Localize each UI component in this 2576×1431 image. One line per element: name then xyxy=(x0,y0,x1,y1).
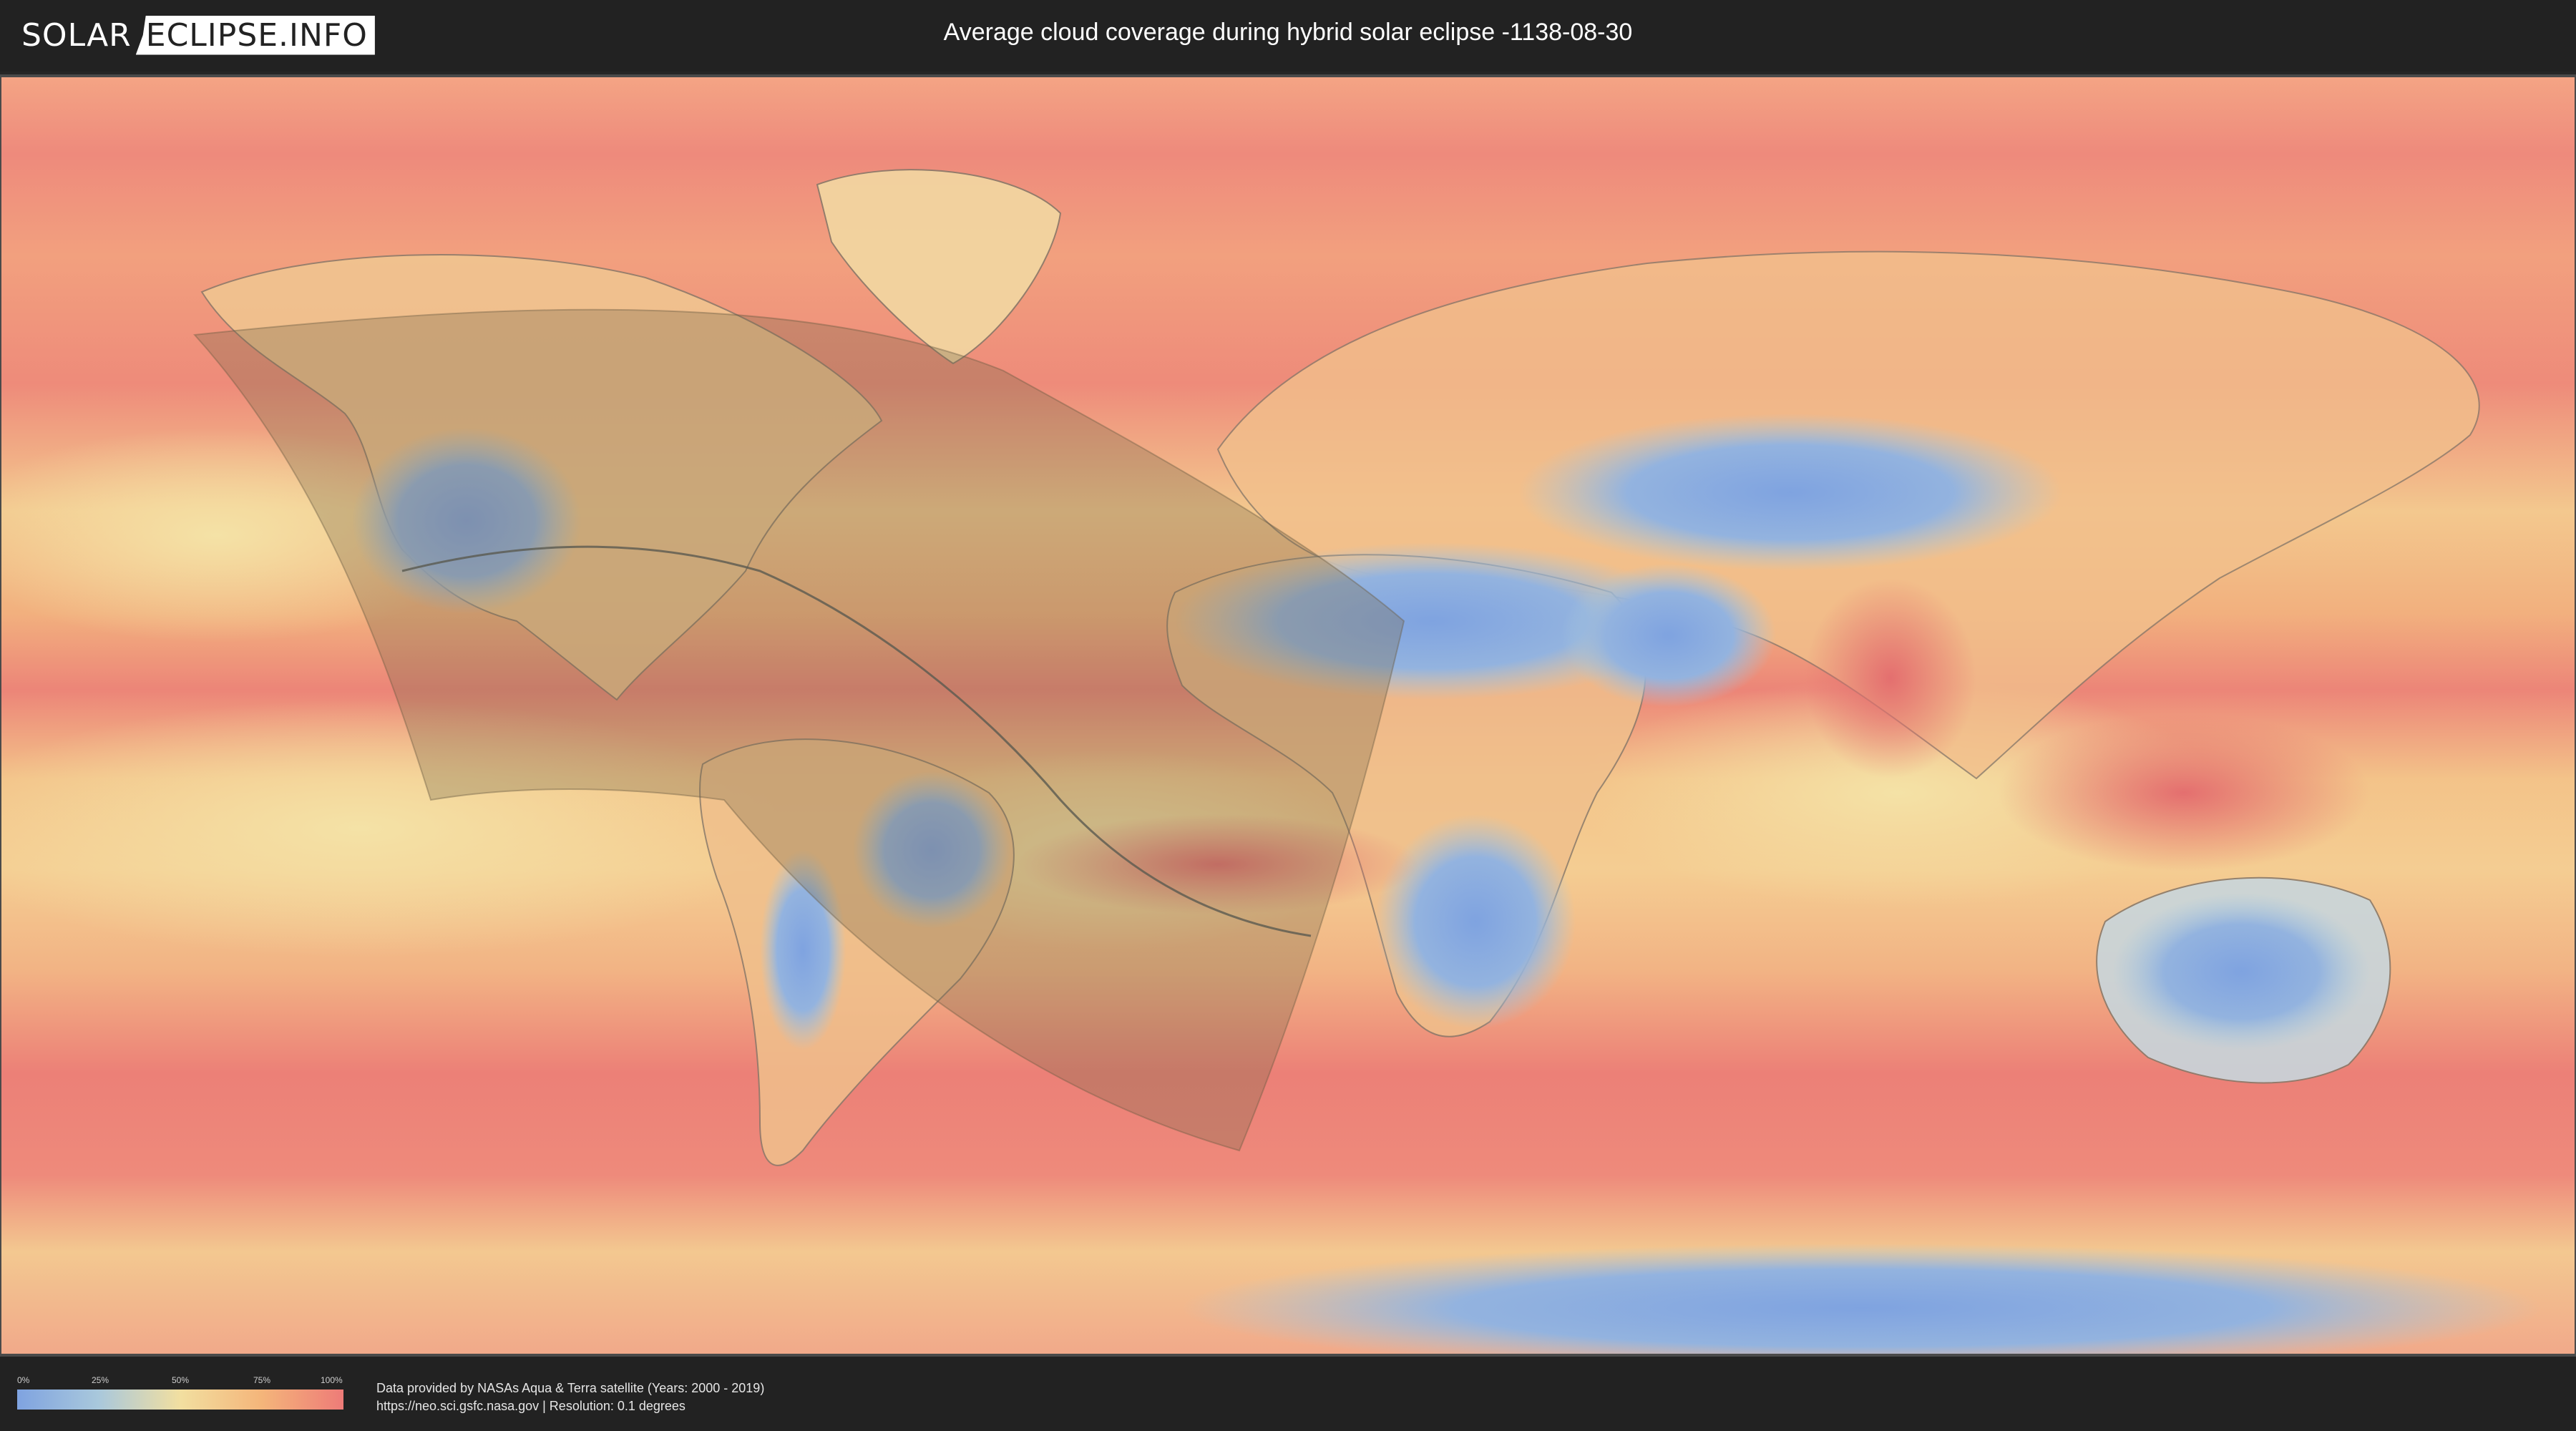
legend-tick-100: 100% xyxy=(321,1375,343,1385)
data-credits: Data provided by NASAs Aqua & Terra sate… xyxy=(376,1379,764,1415)
dry-zone-arabia xyxy=(1561,564,1776,707)
header-bar: SOLAR ECLIPSE.INFO Average cloud coverag… xyxy=(0,0,2576,72)
map-frame xyxy=(0,74,2576,1357)
dry-zone-australia xyxy=(2112,893,2370,1050)
legend-tick-25: 25% xyxy=(92,1375,109,1385)
cloud-coverage-map[interactable] xyxy=(1,77,2575,1354)
footer-bar: 0% 25% 50% 75% 100% Data provided by NAS… xyxy=(0,1357,2576,1431)
legend-tick-75: 75% xyxy=(253,1375,271,1385)
wet-zone-india xyxy=(1805,578,1976,778)
page: SOLAR ECLIPSE.INFO Average cloud coverag… xyxy=(0,0,2576,1431)
dry-zone-southern-africa xyxy=(1375,814,1576,1029)
legend-color-bar xyxy=(17,1390,343,1410)
wet-zone-maritime-asia xyxy=(1998,714,2370,871)
page-title: Average cloud coverage during hybrid sol… xyxy=(943,19,1633,46)
credit-line-source: Data provided by NASAs Aqua & Terra sate… xyxy=(376,1381,765,1395)
legend-tick-0: 0% xyxy=(17,1375,30,1385)
legend-tick-50: 50% xyxy=(172,1375,190,1385)
cloud-coverage-legend: 0% 25% 50% 75% 100% xyxy=(17,1375,343,1411)
dry-zone-central-asia xyxy=(1518,414,2062,571)
credit-line-url[interactable]: https://neo.sci.gsfc.nasa.gov | Resoluti… xyxy=(376,1397,764,1415)
